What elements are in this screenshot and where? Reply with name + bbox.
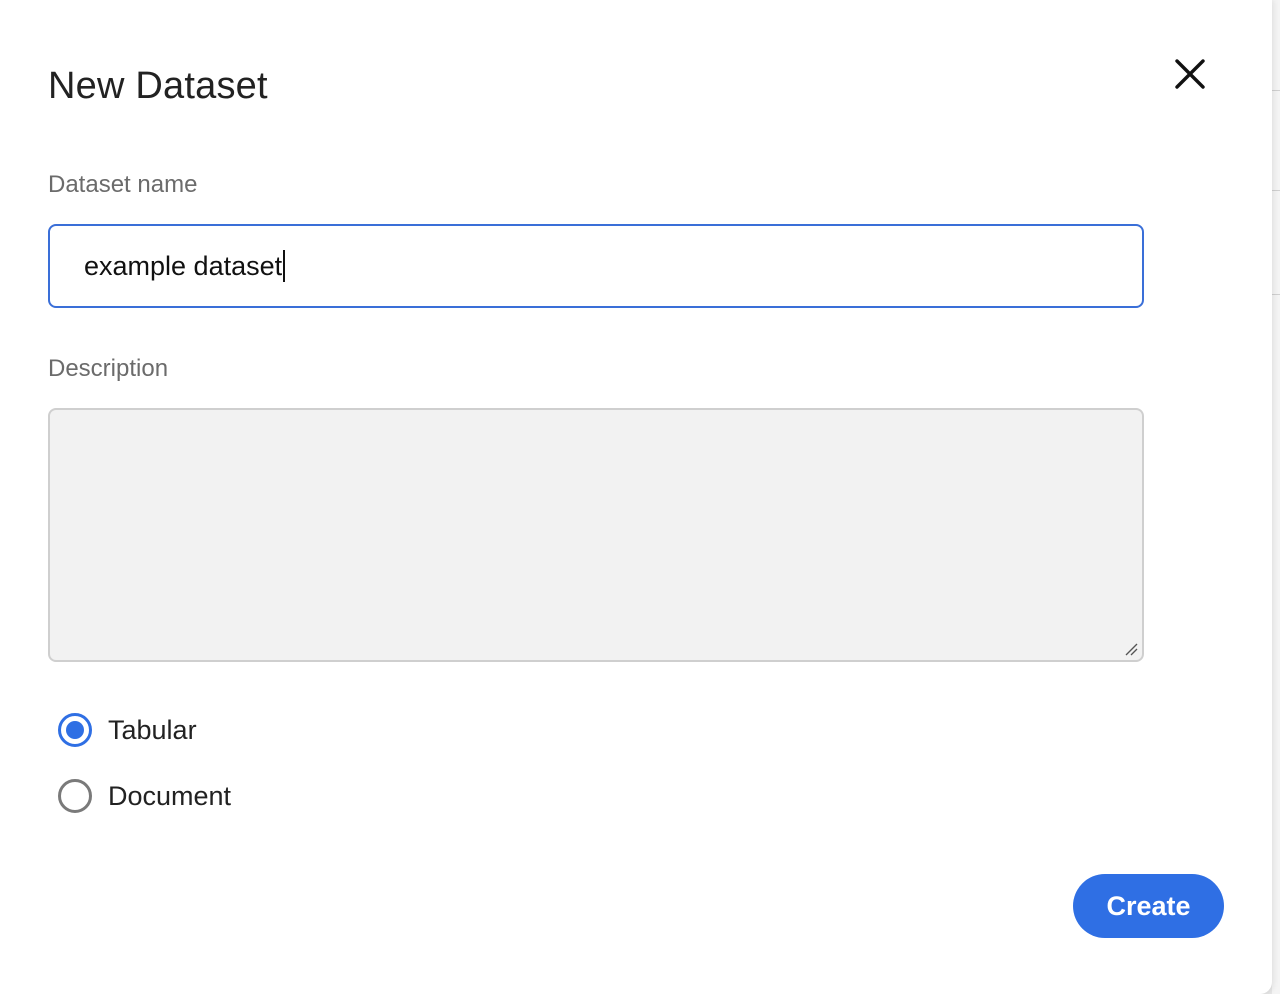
radio-button-selected[interactable]	[58, 713, 92, 747]
close-icon	[1175, 59, 1205, 89]
radio-selected-dot	[66, 721, 84, 739]
radio-option-tabular[interactable]: Tabular	[58, 710, 197, 750]
dataset-name-input[interactable]: example dataset	[48, 224, 1144, 308]
create-button[interactable]: Create	[1073, 874, 1224, 938]
new-dataset-dialog: New Dataset Dataset name example dataset…	[0, 0, 1272, 994]
radio-label-tabular: Tabular	[108, 715, 197, 745]
resize-handle-icon[interactable]	[1124, 642, 1138, 656]
radio-label-document: Document	[108, 781, 232, 811]
backdrop-divider	[1272, 294, 1280, 295]
radio-button-unselected[interactable]	[58, 779, 92, 813]
backdrop	[1272, 0, 1280, 994]
dialog-title: New Dataset	[48, 65, 268, 107]
radio-option-document[interactable]: Document	[58, 776, 231, 816]
description-label: Description	[48, 355, 169, 382]
close-button[interactable]	[1168, 52, 1212, 96]
dataset-name-label: Dataset name	[48, 171, 198, 198]
dataset-name-value: example dataset	[84, 251, 283, 281]
description-textarea[interactable]	[48, 408, 1144, 662]
backdrop-divider	[1272, 90, 1280, 91]
backdrop-divider	[1272, 190, 1280, 191]
text-caret	[283, 250, 286, 282]
